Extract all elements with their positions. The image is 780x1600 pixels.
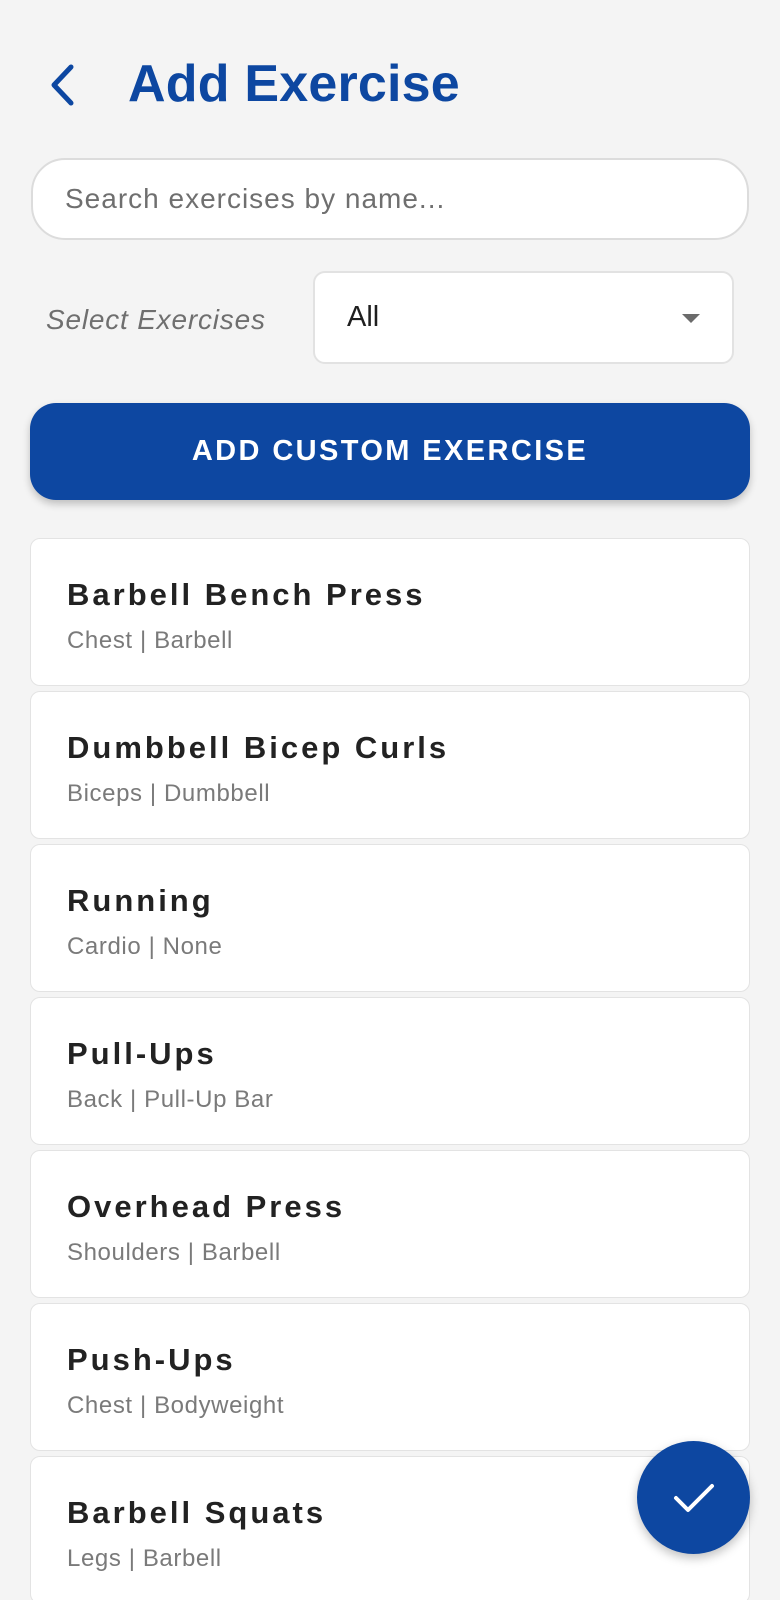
filter-selected-value: All (347, 301, 380, 333)
filter-label: Select Exercises (46, 304, 266, 335)
exercise-name: Running (67, 883, 214, 918)
search-input[interactable] (33, 160, 747, 238)
exercise-meta: Shoulders | Barbell (67, 1239, 281, 1266)
exercise-meta: Cardio | None (67, 933, 223, 960)
exercise-meta: Chest | Bodyweight (67, 1392, 285, 1419)
exercise-card[interactable]: Running Cardio | None (30, 844, 750, 992)
exercise-card[interactable]: Overhead Press Shoulders | Barbell (30, 1150, 750, 1298)
chevron-left-icon (51, 64, 74, 106)
search-box (31, 158, 749, 240)
back-button[interactable] (40, 60, 84, 110)
exercise-name: Barbell Bench Press (67, 577, 426, 612)
exercise-card[interactable]: Pull-Ups Back | Pull-Up Bar (30, 997, 750, 1145)
exercise-card[interactable]: Barbell Bench Press Chest | Barbell (30, 538, 750, 686)
exercise-card[interactable]: Dumbbell Bicep Curls Biceps | Dumbbell (30, 691, 750, 839)
add-custom-exercise-label: ADD CUSTOM EXERCISE (191, 435, 589, 467)
exercise-card[interactable]: Push-Ups Chest | Bodyweight (30, 1303, 750, 1451)
exercise-name: Barbell Squats (67, 1495, 327, 1530)
dropdown-arrow-icon (682, 314, 700, 323)
add-custom-exercise-button[interactable]: ADD CUSTOM EXERCISE (30, 403, 750, 500)
exercise-meta: Legs | Barbell (67, 1545, 222, 1572)
exercise-name: Dumbbell Bicep Curls (67, 730, 450, 765)
exercise-name: Pull-Ups (67, 1036, 217, 1071)
exercise-meta: Biceps | Dumbbell (67, 780, 271, 807)
exercise-name: Push-Ups (67, 1342, 236, 1377)
exercise-list: Barbell Bench Press Chest | Barbell Dumb… (30, 538, 750, 1600)
exercise-meta: Chest | Barbell (67, 627, 233, 654)
exercise-filter-dropdown[interactable]: All (313, 271, 734, 364)
exercise-meta: Back | Pull-Up Bar (67, 1086, 274, 1113)
confirm-fab-button[interactable] (637, 1441, 750, 1554)
add-exercise-screen: Add Exercise Select Exercises All ADD CU… (0, 0, 780, 1600)
page-title: Add Exercise (128, 55, 460, 113)
check-icon (673, 1483, 714, 1512)
header: Add Exercise (0, 40, 780, 130)
exercise-name: Overhead Press (67, 1189, 346, 1224)
